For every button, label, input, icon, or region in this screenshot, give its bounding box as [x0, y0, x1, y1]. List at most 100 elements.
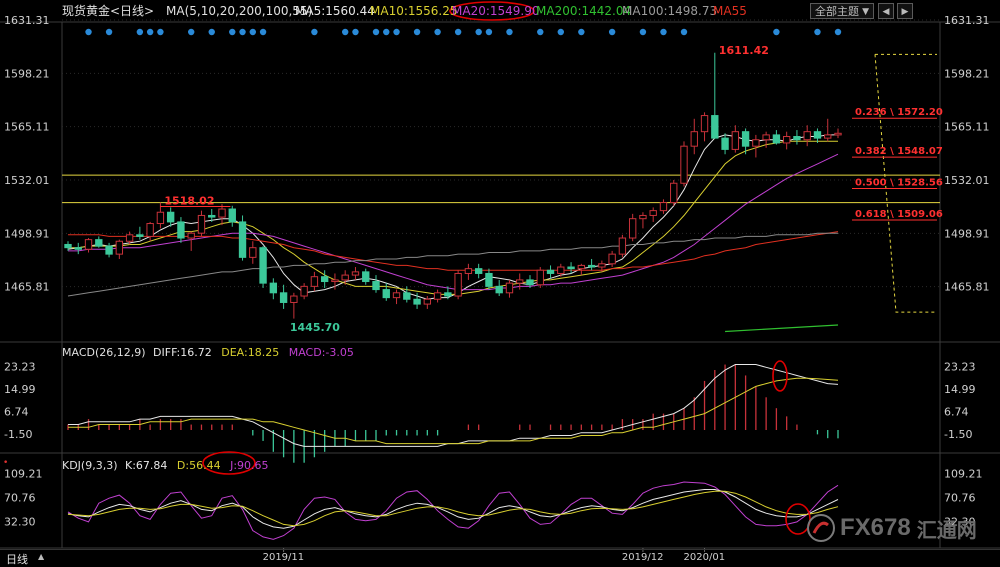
- candle-body: [320, 276, 329, 283]
- ma20-value: MA20:1549.90: [452, 4, 540, 18]
- ma200-value: MA200:1442.04: [536, 4, 632, 18]
- candle-body: [249, 247, 257, 258]
- macd-tick-label-left: 6.74: [4, 406, 29, 419]
- candle-body: [598, 263, 606, 268]
- candle-body: [782, 136, 791, 144]
- event-dot: [608, 28, 616, 36]
- candle-body: [690, 131, 698, 147]
- y-tick-label-right: 1565.11: [944, 121, 990, 134]
- candle-body: [618, 237, 627, 255]
- macd-tick-label-right: -1.50: [944, 428, 972, 441]
- candle-body: [382, 289, 390, 299]
- ma-line-ma10: [68, 140, 838, 295]
- event-dot: [680, 28, 688, 36]
- event-dot: [85, 28, 92, 36]
- candle-body: [125, 234, 134, 242]
- y-tick-label-left: 1565.11: [4, 121, 50, 134]
- event-dot: [229, 28, 236, 36]
- candle-body: [290, 295, 298, 303]
- ma10-value: MA10:1556.25: [370, 4, 458, 18]
- candle-body: [813, 131, 822, 139]
- kdj-tick-label-left: 32.30: [4, 516, 36, 529]
- candle-body: [136, 234, 144, 237]
- y-tick-label-left: 1465.81: [4, 281, 50, 294]
- y-tick-label-left: 1532.01: [4, 174, 50, 187]
- kdj-tick-label-left: 109.21: [4, 468, 43, 481]
- candle-body: [146, 223, 154, 237]
- candle-body: [526, 279, 534, 286]
- kdj-d: D:56.44: [176, 459, 221, 472]
- candle-body: [711, 115, 719, 139]
- theme-dropdown-label: 全部主题: [815, 5, 859, 18]
- candle-body: [115, 240, 124, 255]
- candle-body: [608, 253, 616, 265]
- chevron-up-icon[interactable]: ▲: [38, 552, 44, 561]
- candle-body: [166, 211, 175, 223]
- event-dot: [259, 28, 267, 36]
- ma5-value: MA5:1560.44: [295, 4, 375, 18]
- event-dot: [383, 28, 390, 36]
- event-dot: [660, 28, 667, 36]
- y-tick-label-left: 1598.21: [4, 67, 50, 80]
- macd-diff-line: [68, 364, 839, 447]
- candle-body: [454, 272, 462, 297]
- watermark: FX678 汇通网: [806, 510, 977, 546]
- watermark-brand: FX678: [840, 514, 911, 541]
- kdj-tick-label-right: 70.76: [944, 492, 976, 505]
- event-dot: [157, 28, 164, 36]
- next-button[interactable]: ▶: [897, 3, 913, 19]
- theme-dropdown[interactable]: 全部主题 ▼: [810, 3, 874, 19]
- annotation-low: 1445.70: [290, 321, 340, 334]
- top-bar: 现货黄金 <日线> MA(5,10,20,200,100,55) MA5:156…: [0, 0, 1000, 22]
- symbol-label[interactable]: 现货黄金: [62, 4, 110, 18]
- candle-body: [300, 285, 308, 297]
- candle-body: [628, 218, 637, 239]
- event-dot: [454, 28, 462, 36]
- kdj-marker-icon: •: [3, 458, 9, 468]
- event-dot: [372, 28, 380, 36]
- candle-body: [362, 271, 370, 283]
- event-dot: [814, 28, 821, 36]
- event-dot: [413, 28, 421, 36]
- fib-level-label: 0.236 \ 1572.20: [855, 107, 943, 118]
- candle-body: [279, 292, 288, 303]
- macd-tick-label-left: 23.23: [4, 361, 36, 374]
- candle-body: [474, 268, 483, 274]
- event-dot: [105, 28, 113, 36]
- macd-tick-label-left: 14.99: [4, 383, 36, 396]
- candle-body: [639, 214, 647, 220]
- macd-tick-label-left: -1.50: [4, 428, 32, 441]
- kdj-tick-label-left: 70.76: [4, 492, 36, 505]
- candle-body: [177, 221, 185, 239]
- macd-tick-label-right: 23.23: [944, 361, 976, 374]
- candle-body: [649, 210, 657, 216]
- period-tag[interactable]: <日线>: [110, 4, 154, 18]
- candle-body: [793, 136, 801, 141]
- event-dot: [249, 28, 256, 36]
- candle-body: [341, 274, 349, 281]
- candle-body: [772, 134, 781, 144]
- ma-line-ma5: [67, 134, 838, 300]
- kdj-tick-label-right: 109.21: [944, 468, 983, 481]
- event-dot: [557, 28, 564, 36]
- y-tick-label-right: 1498.91: [944, 227, 990, 240]
- candle-body: [741, 131, 750, 147]
- chart-svg[interactable]: 1631.31 1631.311598.21 1598.211565.11 1565.…: [0, 0, 1000, 564]
- period-selector[interactable]: 日线: [6, 551, 28, 567]
- event-dot: [537, 28, 544, 36]
- candle-body: [567, 266, 575, 270]
- event-dot: [485, 28, 493, 36]
- event-dot: [352, 28, 359, 36]
- candle-body: [331, 279, 339, 283]
- y-tick-label-right: 1532.01: [944, 174, 990, 187]
- kdj-j: J:90.65: [230, 459, 269, 472]
- annotation-high: 1611.42: [719, 44, 769, 57]
- candle-body: [259, 247, 267, 284]
- event-dot: [475, 28, 482, 36]
- event-dot: [188, 28, 195, 36]
- prev-button[interactable]: ◀: [878, 3, 894, 19]
- candle-body: [95, 239, 103, 247]
- candle-body: [557, 266, 565, 274]
- event-dot: [773, 28, 780, 36]
- event-dot: [239, 28, 246, 36]
